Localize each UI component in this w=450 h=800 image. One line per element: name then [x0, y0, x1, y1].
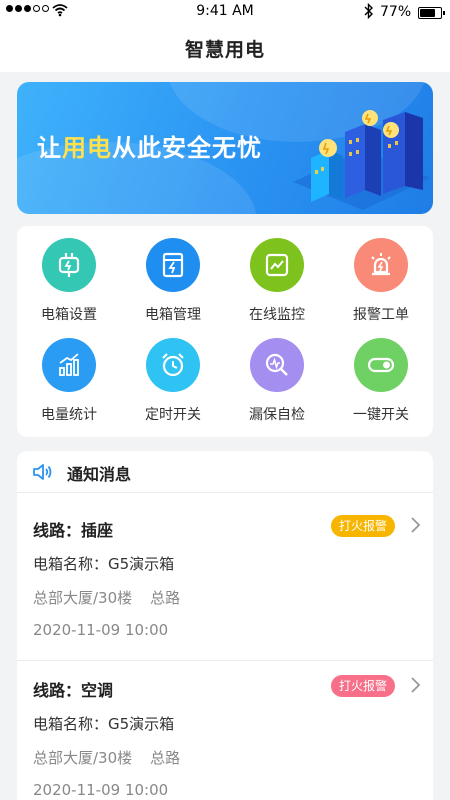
circuit-name: 线路：插座: [33, 521, 114, 540]
alarm-clock-icon: [146, 338, 200, 392]
monitor-chart-icon: [250, 238, 304, 292]
menu-item-label: 一键开关: [353, 407, 409, 423]
menu-item-label: 漏保自检: [249, 407, 305, 423]
alarm-badge: 打火报警: [331, 515, 395, 537]
toggle-icon: [354, 338, 408, 392]
notification-header: 通知消息: [17, 451, 433, 493]
battery-percent: 77%: [380, 4, 412, 20]
menu-item-alarm-orders[interactable]: 报警工单: [329, 226, 433, 326]
page-title: 智慧用电: [184, 39, 265, 61]
smart-city-illustration: [293, 110, 431, 210]
menu-item-box-management[interactable]: 电箱管理: [121, 226, 225, 326]
plug-icon: [42, 238, 96, 292]
box-name: 电箱名称：G5演示箱: [33, 555, 175, 573]
alert-list-item[interactable]: 线路：插座 打火报警 电箱名称：G5演示箱 总部大厦/30楼 总路 2020-11…: [17, 501, 433, 661]
battery-icon: [418, 7, 445, 19]
menu-item-online-monitor[interactable]: 在线监控: [225, 226, 329, 326]
menu-item-label: 定时开关: [145, 407, 201, 423]
location: 总部大厦/30楼 总路: [33, 749, 181, 767]
alarm-badge: 打火报警: [331, 675, 395, 697]
menu-item-box-settings[interactable]: 电箱设置: [17, 226, 121, 326]
promo-banner[interactable]: 让用电从此安全无忧: [17, 82, 433, 214]
nav-bar: 智慧用电: [0, 24, 450, 72]
alert-list-item[interactable]: 线路：空调 打火报警 电箱名称：G5演示箱 总部大厦/30楼 总路 2020-11…: [17, 661, 433, 800]
menu-item-label: 在线监控: [249, 307, 305, 323]
menu-item-label: 电箱设置: [41, 307, 97, 323]
box-name: 电箱名称：G5演示箱: [33, 715, 175, 733]
electric-box-icon: [146, 238, 200, 292]
chevron-right-icon: [411, 677, 421, 693]
function-grid: 电箱设置 电箱管理 在线监控 报警工单 电量统计 定时开关 漏保自检 一键开关: [17, 226, 433, 437]
circuit-name: 线路：空调: [33, 681, 114, 700]
menu-item-label: 报警工单: [353, 307, 409, 323]
menu-item-one-key-switch[interactable]: 一键开关: [329, 326, 433, 426]
speaker-icon: [33, 464, 52, 480]
alert-time: 2020-11-09 10:00: [33, 621, 169, 639]
chevron-right-icon: [411, 517, 421, 533]
search-wave-icon: [250, 338, 304, 392]
bluetooth-icon: [364, 3, 373, 19]
alarm-light-icon: [354, 238, 408, 292]
location: 总部大厦/30楼 总路: [33, 589, 181, 607]
banner-slogan: 让用电从此安全无忧: [37, 134, 262, 162]
menu-item-leakage-selftest[interactable]: 漏保自检: [225, 326, 329, 426]
status-bar: 9:41 AM 77%: [0, 0, 450, 24]
menu-item-timer-switch[interactable]: 定时开关: [121, 326, 225, 426]
menu-item-power-stats[interactable]: 电量统计: [17, 326, 121, 426]
menu-item-label: 电箱管理: [145, 307, 201, 323]
notification-panel: 通知消息 线路：插座 打火报警 电箱名称：G5演示箱 总部大厦/30楼 总路 20…: [17, 451, 433, 800]
alert-time: 2020-11-09 10:00: [33, 781, 169, 799]
notification-title: 通知消息: [67, 465, 132, 484]
bar-chart-icon: [42, 338, 96, 392]
menu-item-label: 电量统计: [41, 407, 97, 423]
